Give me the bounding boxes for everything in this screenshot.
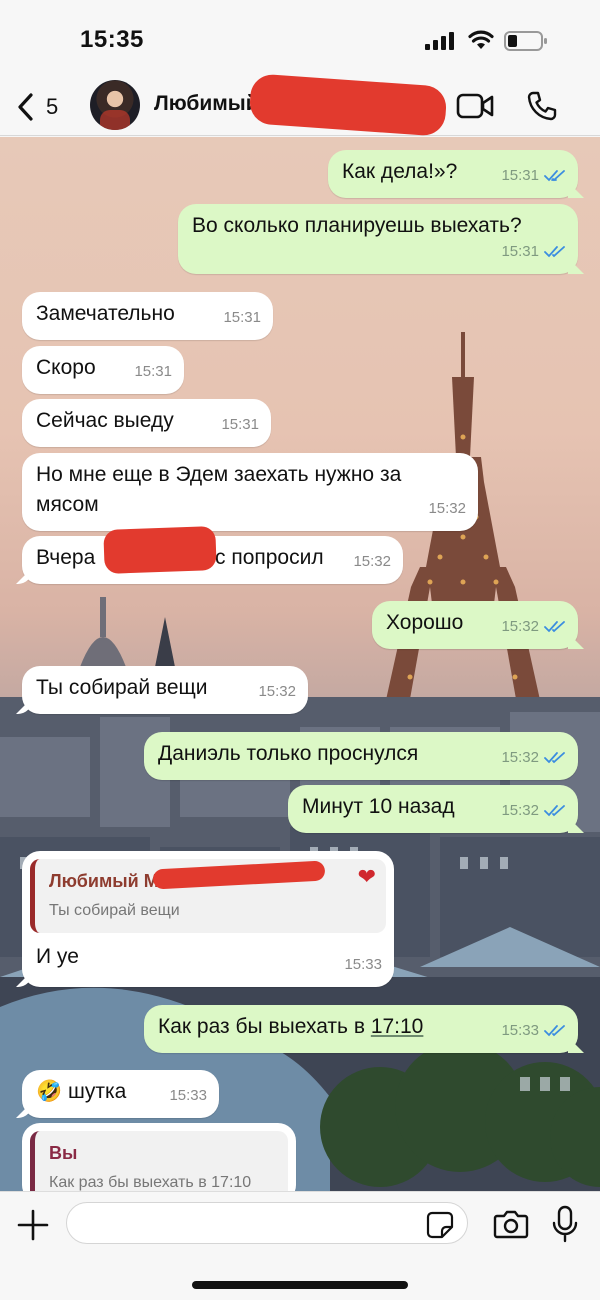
message-text: шутка xyxy=(68,1080,127,1103)
rofl-emoji-icon: 🤣 xyxy=(36,1080,63,1103)
message-time: 15:32 xyxy=(501,802,539,819)
message-time: 15:31 xyxy=(501,243,539,260)
double-check-icon xyxy=(544,170,565,182)
camera-icon[interactable] xyxy=(493,1209,529,1239)
message-text: Скоро xyxy=(36,356,96,379)
sticker-icon[interactable] xyxy=(426,1211,454,1239)
message-text: Ты собирай вещи xyxy=(36,676,208,699)
message-text: Вчера xyxy=(36,546,96,569)
avatar[interactable] xyxy=(90,80,140,130)
message-incoming[interactable]: Скоро 15:31 xyxy=(22,346,184,394)
video-call-icon[interactable] xyxy=(456,92,494,120)
message-outgoing[interactable]: Как раз бы выехать в 17:10 15:33 xyxy=(144,1005,578,1053)
message-meta: 15:32 xyxy=(258,676,296,708)
message-outgoing[interactable]: Хорошо 15:32 xyxy=(372,601,578,649)
mic-icon[interactable] xyxy=(552,1205,578,1243)
status-bar: 15:35 xyxy=(0,0,600,78)
message-time: 15:33 xyxy=(344,956,382,973)
chat-header: 5 Любимый М xyxy=(0,73,600,137)
message-time: 15:31 xyxy=(223,309,261,326)
double-check-icon xyxy=(544,805,565,817)
message-time: 15:32 xyxy=(353,553,391,570)
message-meta: 15:31 xyxy=(501,160,566,192)
phone-icon[interactable] xyxy=(526,90,558,122)
message-time: 15:31 xyxy=(134,363,172,380)
message-meta: 15:31 xyxy=(223,302,261,334)
message-incoming[interactable]: Сейчас выеду 15:31 xyxy=(22,399,271,447)
redaction-mark xyxy=(248,73,448,137)
message-time: 15:32 xyxy=(258,683,296,700)
message-meta: 15:32 xyxy=(501,742,566,774)
double-check-icon xyxy=(544,1025,565,1037)
quote-text: Как раз бы выехать в 17:10 xyxy=(49,1174,252,1191)
message-meta: 15:31 xyxy=(501,236,566,268)
redaction-mark xyxy=(103,526,217,574)
quote-author: Вы xyxy=(49,1143,78,1163)
message-outgoing[interactable]: Минут 10 назад 15:32 xyxy=(288,785,578,833)
message-text: Замечательно xyxy=(36,302,175,325)
wifi-icon xyxy=(468,30,494,49)
message-text: Даниэль только проснулся xyxy=(158,742,419,765)
message-time: 15:31 xyxy=(221,416,259,433)
chat-area[interactable]: Как дела!»? 15:31 Во сколько планируешь … xyxy=(0,137,600,1191)
message-meta: 15:33 xyxy=(169,1080,207,1112)
message-text: Как дела!»? xyxy=(342,160,458,183)
message-incoming-reply[interactable]: Любимый М Ты собирай вещи ❤ И уе 15:33 xyxy=(22,851,394,987)
quoted-message[interactable]: Любимый М Ты собирай вещи ❤ xyxy=(30,859,386,933)
status-time: 15:35 xyxy=(80,26,144,53)
message-incoming[interactable]: Замечательно 15:31 xyxy=(22,292,273,340)
back-chevron-icon xyxy=(18,93,33,121)
message-meta: 15:32 xyxy=(353,546,391,578)
quoted-message[interactable]: Вы Как раз бы выехать в 17:10 xyxy=(30,1131,288,1191)
message-incoming[interactable]: 🤣 шутка 15:33 xyxy=(22,1070,219,1118)
message-time: 15:31 xyxy=(501,167,539,184)
back-button[interactable]: 5 xyxy=(16,90,68,124)
message-incoming[interactable]: Вчера с попросил 15:32 xyxy=(22,526,403,584)
message-meta: 15:33 xyxy=(344,949,382,981)
message-incoming-reply[interactable]: Вы Как раз бы выехать в 17:10 xyxy=(22,1123,296,1191)
message-time: 15:32 xyxy=(501,749,539,766)
message-incoming[interactable]: Ты собирай вещи 15:32 xyxy=(22,666,308,714)
double-check-icon xyxy=(544,621,565,633)
double-check-icon xyxy=(544,752,565,764)
message-meta: 15:32 xyxy=(501,611,566,643)
message-text: с попросил xyxy=(214,546,324,569)
message-incoming[interactable]: Но мне еще в Эдем заехать нужно за мясом… xyxy=(22,453,478,531)
message-meta: 15:32 xyxy=(501,795,566,827)
home-indicator[interactable] xyxy=(192,1281,408,1289)
message-text: Минут 10 назад xyxy=(302,795,455,818)
message-time: 15:33 xyxy=(501,1022,539,1039)
message-meta: 15:32 xyxy=(428,493,466,525)
message-time: 15:32 xyxy=(501,618,539,635)
message-input[interactable] xyxy=(66,1202,468,1244)
message-text: Как раз бы выехать в xyxy=(158,1015,371,1038)
message-time: 15:32 xyxy=(428,500,466,517)
message-text-line: Но мне еще в Эдем заехать нужно за xyxy=(36,463,402,486)
message-outgoing[interactable]: Во сколько планируешь выехать? 15:31 xyxy=(178,204,578,274)
message-text: Хорошо xyxy=(386,611,464,634)
message-text: Во сколько планируешь выехать? xyxy=(192,214,522,237)
heart-emoji-icon: ❤ xyxy=(357,864,376,889)
message-text: Сейчас выеду xyxy=(36,409,174,432)
message-text-line: мясом xyxy=(36,493,99,516)
plus-icon[interactable] xyxy=(16,1208,50,1242)
double-check-icon xyxy=(544,246,565,258)
quote-text: Ты собирай вещи xyxy=(49,902,180,919)
message-meta: 15:33 xyxy=(501,1015,566,1047)
message-text: И уе xyxy=(36,945,79,968)
message-meta: 15:31 xyxy=(221,409,259,441)
cellular-signal-icon xyxy=(425,32,454,50)
message-outgoing[interactable]: Как дела!»? 15:31 xyxy=(328,150,578,198)
message-time: 15:33 xyxy=(169,1087,207,1104)
message-meta: 15:31 xyxy=(134,356,172,388)
battery-icon xyxy=(504,31,547,51)
time-link[interactable]: 17:10 xyxy=(371,1015,424,1038)
message-outgoing[interactable]: Даниэль только проснулся 15:32 xyxy=(144,732,578,780)
unread-count: 5 xyxy=(46,94,59,119)
